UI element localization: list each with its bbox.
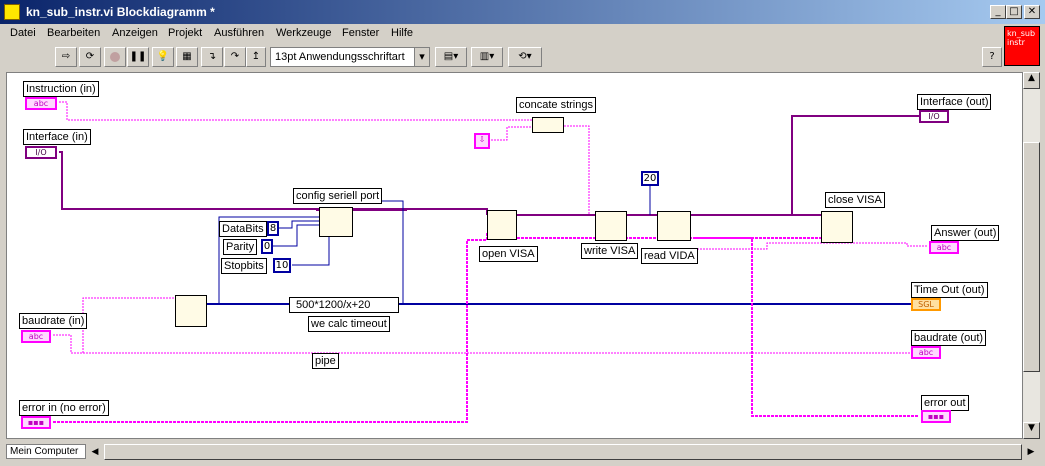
const-stopbits[interactable]: 10 [273, 258, 291, 273]
label-write-visa: write VISA [581, 243, 639, 259]
chevron-down-icon[interactable]: ▾ [414, 48, 429, 66]
block-diagram-canvas[interactable]: Instruction (in) abc Interface (in) I/O … [6, 72, 1023, 439]
label-close-visa: close VISA [825, 192, 885, 208]
maximize-button[interactable]: □ [1006, 5, 1022, 19]
menu-datei[interactable]: Datei [10, 27, 36, 39]
const-parity[interactable]: 0 [261, 239, 273, 254]
step-out-icon[interactable]: ↥ [246, 47, 266, 67]
reorder-icon[interactable]: ⟲▾ [508, 47, 542, 67]
scroll-left-icon[interactable]: ◀ [88, 444, 102, 460]
menu-ausfuehren[interactable]: Ausführen [214, 27, 264, 39]
help-icon[interactable]: ? [982, 47, 1002, 67]
wire-baud-convert [82, 297, 175, 353]
scroll-right-icon[interactable]: ▶ [1024, 444, 1038, 460]
wire-concat-write [564, 125, 597, 216]
menu-anzeigen[interactable]: Anzeigen [112, 27, 158, 39]
abort-icon[interactable] [104, 47, 126, 67]
toolbar: ⇨ ⟳ ❚❚ 💡 ▦ ↴ ↷ ↥ ▤▾ ▥▾ ⟲▾ ? [0, 43, 1002, 71]
distribute-objects-icon[interactable]: ▥▾ [471, 47, 503, 67]
minimize-button[interactable]: _ [990, 5, 1006, 19]
const-databits[interactable]: 8 [267, 221, 279, 236]
string-constant-icon[interactable]: ⇩ [474, 133, 490, 149]
window-title: kn_sub_instr.vi Blockdiagramm * [26, 5, 215, 19]
label-parity: Parity [223, 239, 258, 255]
wire-error-out [517, 237, 919, 417]
pause-icon[interactable]: ❚❚ [127, 47, 149, 67]
label-error-out: error out [921, 395, 969, 411]
retain-wire-values-icon[interactable]: ▦ [176, 47, 198, 67]
wire-const-concat [491, 126, 532, 141]
vertical-scrollbar[interactable]: ▲ ▼ [1023, 72, 1040, 439]
terminal-timeout-out[interactable]: SGL [911, 298, 941, 311]
wire-config-calc [352, 200, 404, 304]
wire-error [53, 233, 488, 423]
open-visa-node[interactable] [487, 210, 517, 240]
read-visa-node[interactable] [657, 211, 691, 241]
highlight-execution-icon[interactable]: 💡 [152, 47, 174, 67]
label-baudrate-in: baudrate (in) [19, 313, 88, 329]
font-select-value: 13pt Anwendungsschriftart [275, 51, 405, 63]
write-visa-node[interactable] [595, 211, 627, 241]
context-field: Mein Computer [6, 444, 86, 459]
label-calc: we calc timeout [308, 316, 390, 332]
menu-hilfe[interactable]: Hilfe [391, 27, 413, 39]
label-error-in: error in (no error) [19, 400, 109, 416]
close-visa-node[interactable] [821, 211, 853, 243]
title-bar: kn_sub_instr.vi Blockdiagramm * _ □ ✕ [0, 0, 1045, 24]
terminal-baudrate-in[interactable]: abc [21, 330, 51, 343]
menu-werkzeuge[interactable]: Werkzeuge [276, 27, 331, 39]
menu-bearbeiten[interactable]: Bearbeiten [47, 27, 100, 39]
concat-strings-node[interactable] [532, 117, 564, 133]
step-into-icon[interactable]: ↴ [201, 47, 223, 67]
run-continuous-icon[interactable]: ⟳ [79, 47, 101, 67]
label-databits: DataBits [219, 221, 267, 237]
label-interface-out: Interface (out) [917, 94, 992, 110]
string-to-number-node[interactable] [175, 295, 207, 327]
terminal-baudrate-out[interactable]: abc [911, 346, 941, 359]
terminal-instruction-in[interactable]: abc [25, 97, 57, 110]
label-pipe: pipe [312, 353, 339, 369]
label-interface-in: Interface (in) [23, 129, 91, 145]
label-stopbits: Stopbits [221, 258, 267, 274]
terminal-interface-in[interactable]: I/O [25, 146, 57, 159]
const-20[interactable]: 20 [641, 171, 659, 186]
vi-icon[interactable]: kn_sub instr [1004, 26, 1040, 66]
terminal-error-in[interactable]: ▪▪▪ [21, 416, 51, 429]
horizontal-scrollbar[interactable]: ◀ ▶ [0, 442, 1045, 462]
labview-icon [4, 4, 20, 20]
label-baudrate-out: baudrate (out) [911, 330, 987, 346]
align-objects-icon[interactable]: ▤▾ [435, 47, 467, 67]
label-timeout-out: Time Out (out) [911, 282, 988, 298]
formula-node[interactable]: 500*1200/x+20 [289, 297, 399, 313]
scroll-thumb[interactable] [1023, 142, 1040, 372]
terminal-answer-out[interactable]: abc [929, 241, 959, 254]
label-answer-out: Answer (out) [931, 225, 1000, 241]
scroll-down-icon[interactable]: ▼ [1023, 422, 1040, 439]
label-open-visa: open VISA [479, 246, 538, 262]
wire-answer [697, 242, 927, 250]
h-scroll-thumb[interactable] [104, 444, 1022, 460]
terminal-error-out[interactable]: ▪▪▪ [921, 410, 951, 423]
wire-interface [59, 151, 488, 215]
run-arrow-icon[interactable]: ⇨ [55, 47, 77, 67]
label-read-visa: read VIDA [641, 248, 698, 264]
step-over-icon[interactable]: ↷ [224, 47, 246, 67]
label-config: config seriell port [293, 188, 383, 204]
menu-projekt[interactable]: Projekt [168, 27, 202, 39]
label-instruction-in: Instruction (in) [23, 81, 99, 97]
wire-instruction [59, 101, 532, 121]
terminal-interface-out[interactable]: I/O [919, 110, 949, 123]
menu-bar: Datei Bearbeiten Anzeigen Projekt Ausfüh… [0, 24, 1000, 43]
label-concat: concate strings [516, 97, 596, 113]
font-select[interactable]: 13pt Anwendungsschriftart ▾ [270, 47, 430, 67]
close-button[interactable]: ✕ [1024, 5, 1040, 19]
menu-fenster[interactable]: Fenster [342, 27, 379, 39]
wire-baud-string [53, 334, 911, 354]
config-serial-node[interactable] [319, 207, 353, 237]
scroll-up-icon[interactable]: ▲ [1023, 72, 1040, 89]
